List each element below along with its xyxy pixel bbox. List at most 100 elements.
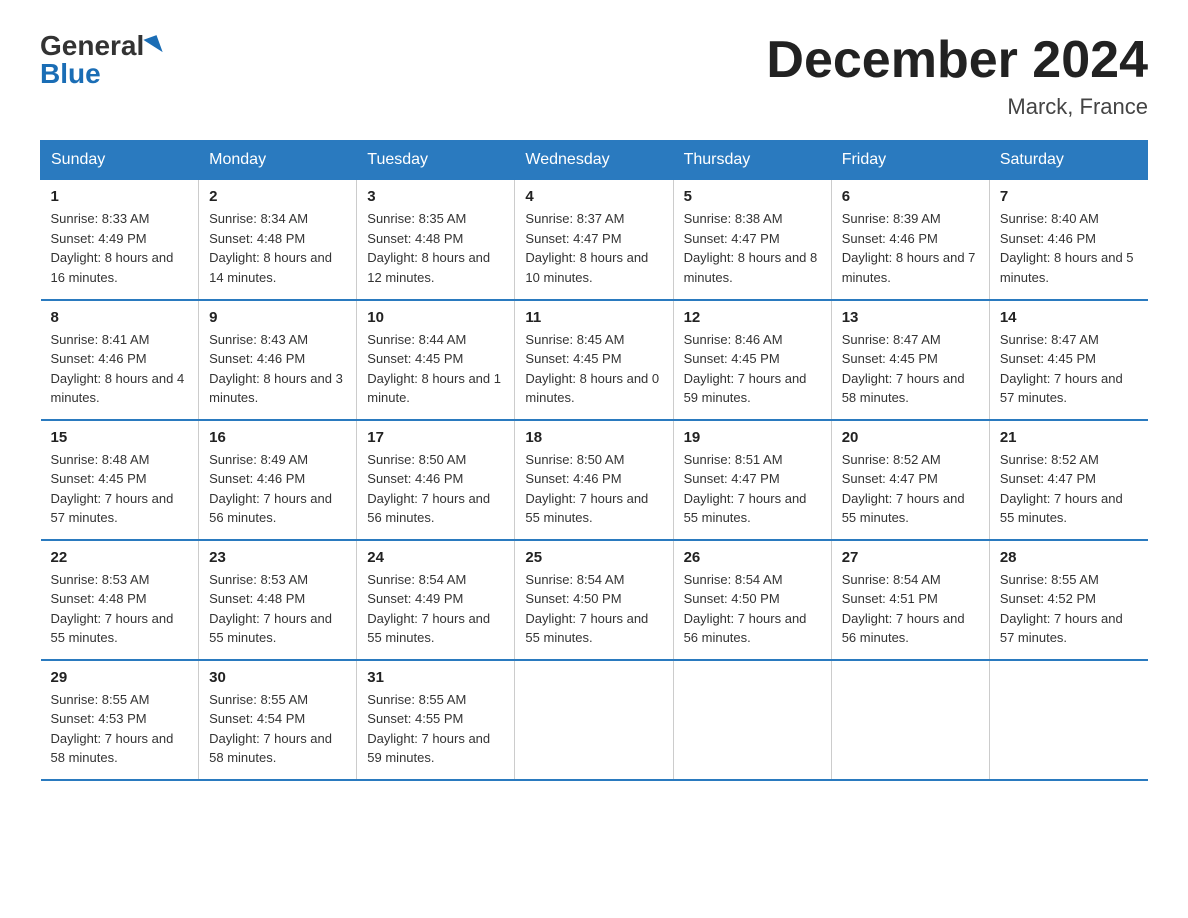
calendar-cell: [673, 660, 831, 780]
calendar-cell: 29 Sunrise: 8:55 AM Sunset: 4:53 PM Dayl…: [41, 660, 199, 780]
calendar-cell: 27 Sunrise: 8:54 AM Sunset: 4:51 PM Dayl…: [831, 540, 989, 660]
month-title: December 2024: [766, 30, 1148, 90]
day-number: 14: [1000, 309, 1138, 326]
calendar-cell: 22 Sunrise: 8:53 AM Sunset: 4:48 PM Dayl…: [41, 540, 199, 660]
calendar-cell: 24 Sunrise: 8:54 AM Sunset: 4:49 PM Dayl…: [357, 540, 515, 660]
day-info: Sunrise: 8:48 AM Sunset: 4:45 PM Dayligh…: [51, 450, 189, 528]
day-info: Sunrise: 8:46 AM Sunset: 4:45 PM Dayligh…: [684, 330, 821, 408]
header-monday: Monday: [199, 141, 357, 180]
calendar-cell: 25 Sunrise: 8:54 AM Sunset: 4:50 PM Dayl…: [515, 540, 673, 660]
header-sunday: Sunday: [41, 141, 199, 180]
calendar-cell: [831, 660, 989, 780]
day-number: 8: [51, 309, 189, 326]
day-info: Sunrise: 8:34 AM Sunset: 4:48 PM Dayligh…: [209, 209, 346, 287]
day-number: 29: [51, 669, 189, 686]
calendar-cell: 12 Sunrise: 8:46 AM Sunset: 4:45 PM Dayl…: [673, 300, 831, 420]
day-number: 20: [842, 429, 979, 446]
day-info: Sunrise: 8:43 AM Sunset: 4:46 PM Dayligh…: [209, 330, 346, 408]
calendar-header: Sunday Monday Tuesday Wednesday Thursday…: [41, 141, 1148, 180]
day-number: 26: [684, 549, 821, 566]
calendar-cell: 5 Sunrise: 8:38 AM Sunset: 4:47 PM Dayli…: [673, 180, 831, 300]
day-number: 17: [367, 429, 504, 446]
day-info: Sunrise: 8:52 AM Sunset: 4:47 PM Dayligh…: [842, 450, 979, 528]
day-info: Sunrise: 8:37 AM Sunset: 4:47 PM Dayligh…: [525, 209, 662, 287]
header-saturday: Saturday: [989, 141, 1147, 180]
day-number: 18: [525, 429, 662, 446]
day-number: 5: [684, 188, 821, 205]
calendar-week-5: 29 Sunrise: 8:55 AM Sunset: 4:53 PM Dayl…: [41, 660, 1148, 780]
day-number: 13: [842, 309, 979, 326]
day-info: Sunrise: 8:55 AM Sunset: 4:55 PM Dayligh…: [367, 690, 504, 768]
calendar-cell: 4 Sunrise: 8:37 AM Sunset: 4:47 PM Dayli…: [515, 180, 673, 300]
header-thursday: Thursday: [673, 141, 831, 180]
day-number: 27: [842, 549, 979, 566]
calendar-cell: [989, 660, 1147, 780]
calendar-cell: 26 Sunrise: 8:54 AM Sunset: 4:50 PM Dayl…: [673, 540, 831, 660]
day-number: 4: [525, 188, 662, 205]
day-info: Sunrise: 8:50 AM Sunset: 4:46 PM Dayligh…: [367, 450, 504, 528]
day-info: Sunrise: 8:40 AM Sunset: 4:46 PM Dayligh…: [1000, 209, 1138, 287]
day-number: 11: [525, 309, 662, 326]
calendar-cell: 14 Sunrise: 8:47 AM Sunset: 4:45 PM Dayl…: [989, 300, 1147, 420]
logo-text-blue: Blue: [40, 58, 101, 90]
day-number: 19: [684, 429, 821, 446]
day-number: 3: [367, 188, 504, 205]
day-number: 21: [1000, 429, 1138, 446]
day-number: 30: [209, 669, 346, 686]
day-number: 9: [209, 309, 346, 326]
day-info: Sunrise: 8:55 AM Sunset: 4:52 PM Dayligh…: [1000, 570, 1138, 648]
calendar-cell: 28 Sunrise: 8:55 AM Sunset: 4:52 PM Dayl…: [989, 540, 1147, 660]
calendar-cell: 6 Sunrise: 8:39 AM Sunset: 4:46 PM Dayli…: [831, 180, 989, 300]
logo: General Blue: [40, 30, 160, 90]
calendar-cell: 30 Sunrise: 8:55 AM Sunset: 4:54 PM Dayl…: [199, 660, 357, 780]
day-info: Sunrise: 8:47 AM Sunset: 4:45 PM Dayligh…: [1000, 330, 1138, 408]
calendar-week-1: 1 Sunrise: 8:33 AM Sunset: 4:49 PM Dayli…: [41, 180, 1148, 300]
day-info: Sunrise: 8:53 AM Sunset: 4:48 PM Dayligh…: [51, 570, 189, 648]
calendar-cell: 8 Sunrise: 8:41 AM Sunset: 4:46 PM Dayli…: [41, 300, 199, 420]
day-info: Sunrise: 8:33 AM Sunset: 4:49 PM Dayligh…: [51, 209, 189, 287]
day-info: Sunrise: 8:55 AM Sunset: 4:54 PM Dayligh…: [209, 690, 346, 768]
day-info: Sunrise: 8:39 AM Sunset: 4:46 PM Dayligh…: [842, 209, 979, 287]
calendar-week-2: 8 Sunrise: 8:41 AM Sunset: 4:46 PM Dayli…: [41, 300, 1148, 420]
calendar-week-3: 15 Sunrise: 8:48 AM Sunset: 4:45 PM Dayl…: [41, 420, 1148, 540]
day-info: Sunrise: 8:38 AM Sunset: 4:47 PM Dayligh…: [684, 209, 821, 287]
calendar-cell: 13 Sunrise: 8:47 AM Sunset: 4:45 PM Dayl…: [831, 300, 989, 420]
calendar-cell: 17 Sunrise: 8:50 AM Sunset: 4:46 PM Dayl…: [357, 420, 515, 540]
calendar-cell: 3 Sunrise: 8:35 AM Sunset: 4:48 PM Dayli…: [357, 180, 515, 300]
calendar-cell: 7 Sunrise: 8:40 AM Sunset: 4:46 PM Dayli…: [989, 180, 1147, 300]
day-number: 22: [51, 549, 189, 566]
page-header: General Blue December 2024 Marck, France: [40, 30, 1148, 120]
day-info: Sunrise: 8:54 AM Sunset: 4:49 PM Dayligh…: [367, 570, 504, 648]
day-number: 1: [51, 188, 189, 205]
day-info: Sunrise: 8:45 AM Sunset: 4:45 PM Dayligh…: [525, 330, 662, 408]
header-wednesday: Wednesday: [515, 141, 673, 180]
calendar-cell: 31 Sunrise: 8:55 AM Sunset: 4:55 PM Dayl…: [357, 660, 515, 780]
day-number: 10: [367, 309, 504, 326]
day-number: 7: [1000, 188, 1138, 205]
day-number: 23: [209, 549, 346, 566]
day-number: 28: [1000, 549, 1138, 566]
calendar-body: 1 Sunrise: 8:33 AM Sunset: 4:49 PM Dayli…: [41, 180, 1148, 780]
day-info: Sunrise: 8:54 AM Sunset: 4:50 PM Dayligh…: [684, 570, 821, 648]
calendar-cell: 11 Sunrise: 8:45 AM Sunset: 4:45 PM Dayl…: [515, 300, 673, 420]
calendar-cell: 2 Sunrise: 8:34 AM Sunset: 4:48 PM Dayli…: [199, 180, 357, 300]
day-number: 15: [51, 429, 189, 446]
calendar-cell: 20 Sunrise: 8:52 AM Sunset: 4:47 PM Dayl…: [831, 420, 989, 540]
day-number: 31: [367, 669, 504, 686]
day-info: Sunrise: 8:52 AM Sunset: 4:47 PM Dayligh…: [1000, 450, 1138, 528]
calendar-cell: 10 Sunrise: 8:44 AM Sunset: 4:45 PM Dayl…: [357, 300, 515, 420]
day-number: 16: [209, 429, 346, 446]
calendar-week-4: 22 Sunrise: 8:53 AM Sunset: 4:48 PM Dayl…: [41, 540, 1148, 660]
day-number: 2: [209, 188, 346, 205]
calendar-cell: 18 Sunrise: 8:50 AM Sunset: 4:46 PM Dayl…: [515, 420, 673, 540]
day-info: Sunrise: 8:44 AM Sunset: 4:45 PM Dayligh…: [367, 330, 504, 408]
title-area: December 2024 Marck, France: [766, 30, 1148, 120]
location: Marck, France: [766, 94, 1148, 120]
day-info: Sunrise: 8:49 AM Sunset: 4:46 PM Dayligh…: [209, 450, 346, 528]
header-friday: Friday: [831, 141, 989, 180]
day-info: Sunrise: 8:55 AM Sunset: 4:53 PM Dayligh…: [51, 690, 189, 768]
header-row: Sunday Monday Tuesday Wednesday Thursday…: [41, 141, 1148, 180]
header-tuesday: Tuesday: [357, 141, 515, 180]
calendar-cell: [515, 660, 673, 780]
logo-arrow-icon: [144, 35, 163, 57]
